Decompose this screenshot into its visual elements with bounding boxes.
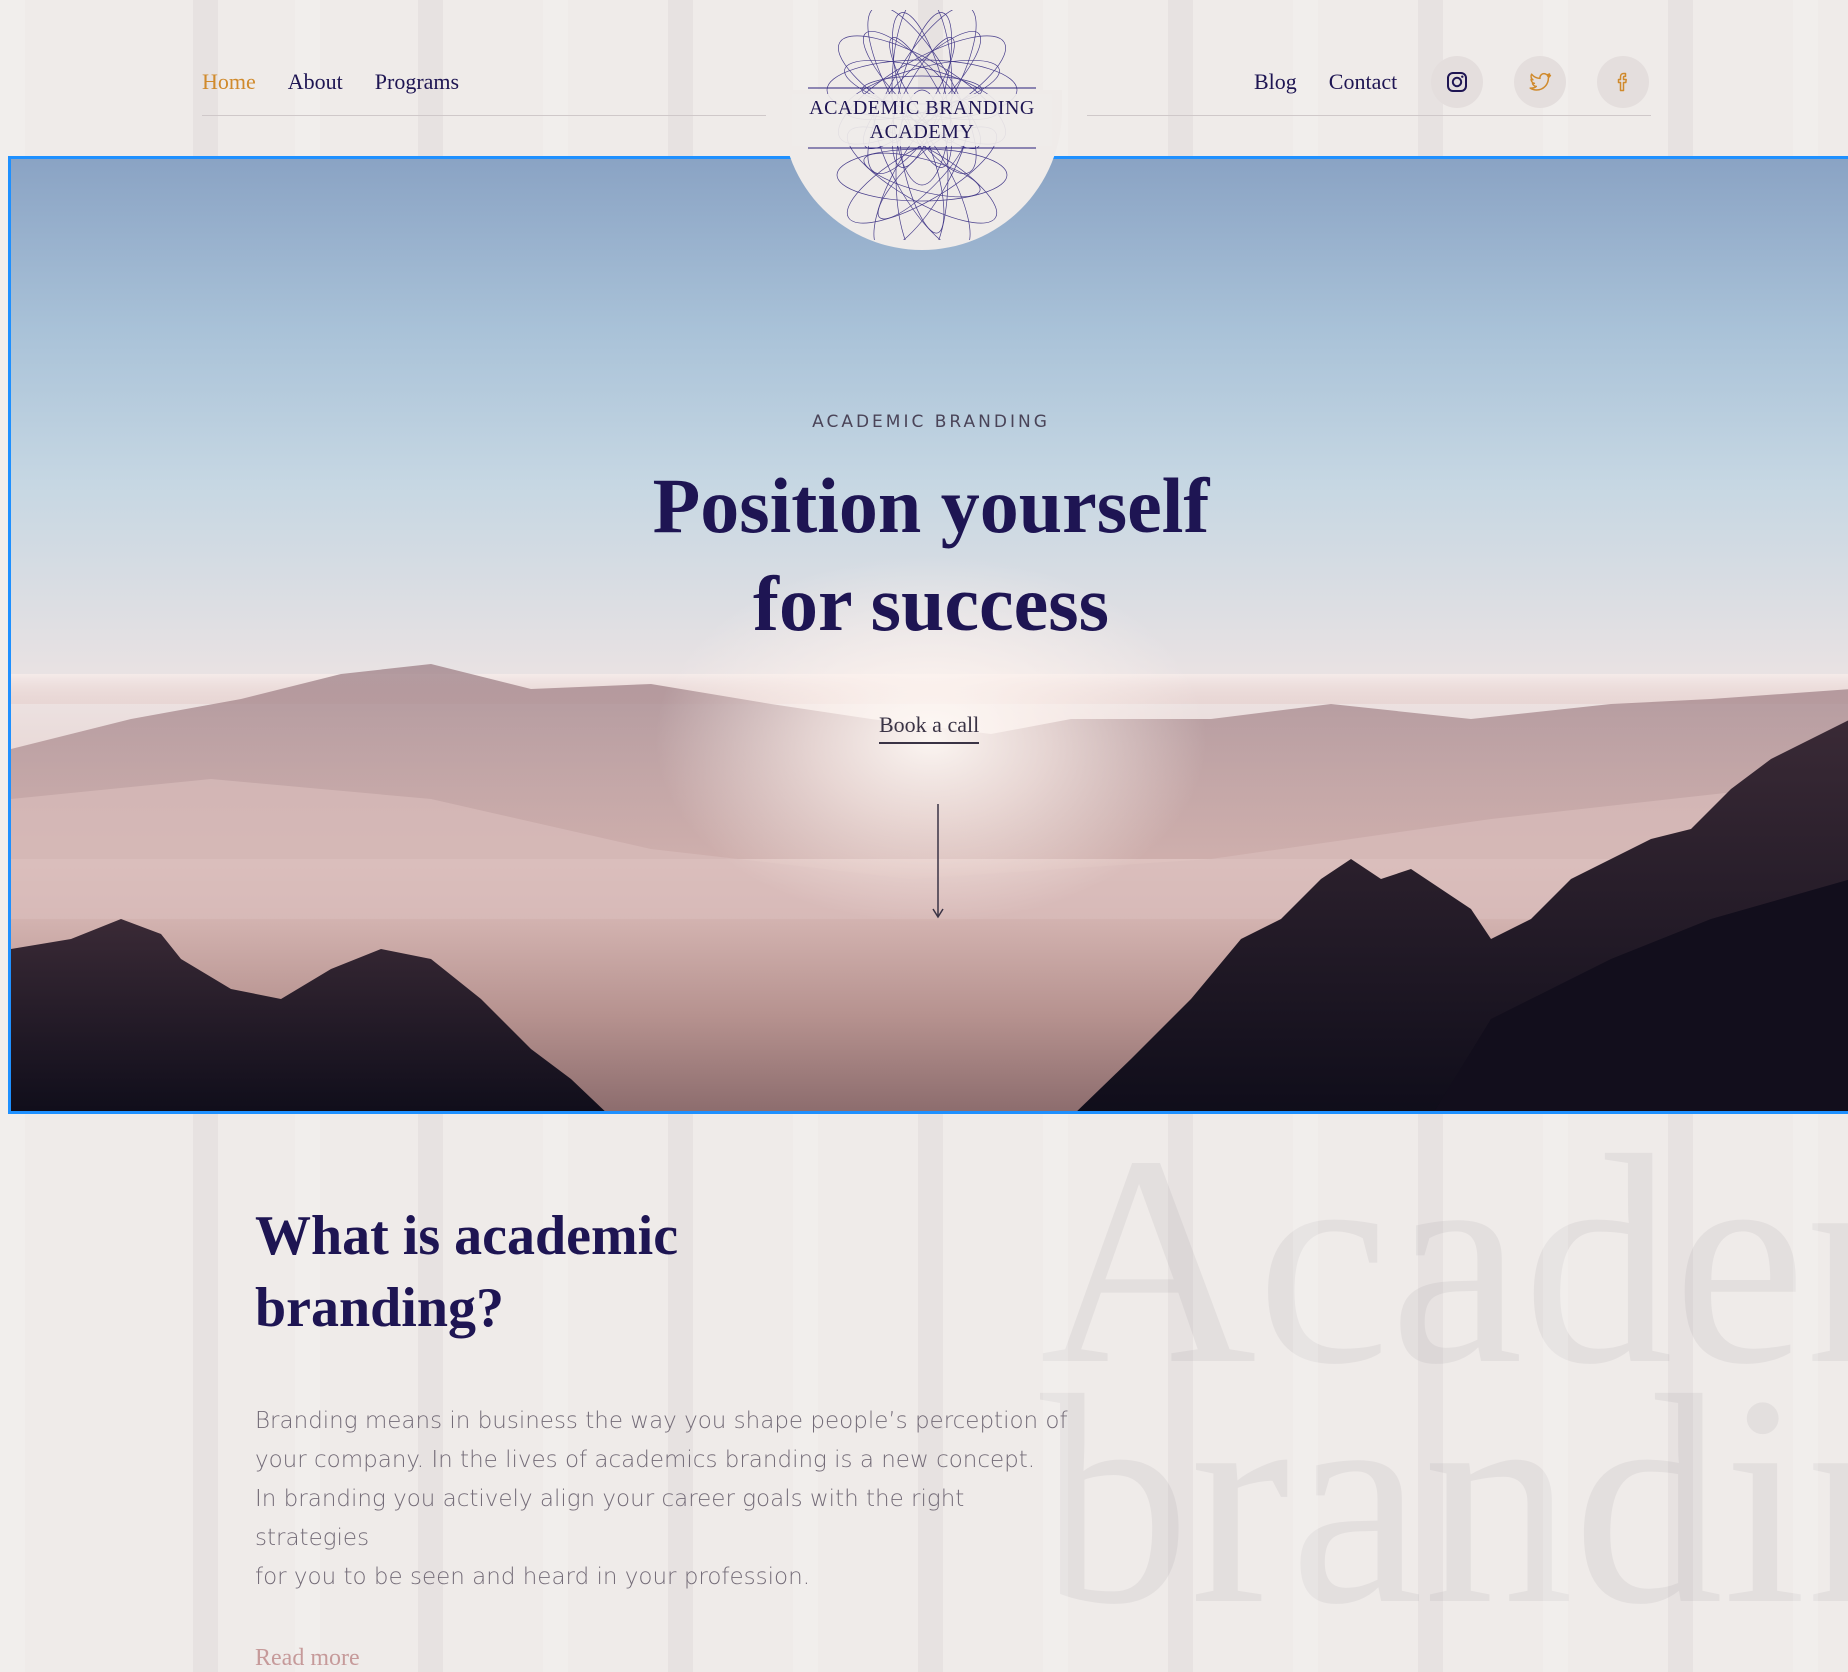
- scroll-down-arrow-icon[interactable]: [931, 804, 945, 919]
- nav-programs-link[interactable]: Programs: [375, 60, 459, 104]
- nav-about-link[interactable]: About: [288, 60, 343, 104]
- nav-home-link[interactable]: Home: [202, 60, 256, 104]
- read-more-link[interactable]: Read more: [255, 1645, 360, 1672]
- section-body-line-4: for you to be seen and heard in your pro…: [255, 1564, 810, 1590]
- instagram-button[interactable]: [1431, 56, 1483, 108]
- nav-blog-link[interactable]: Blog: [1254, 60, 1297, 104]
- section-body-line-3: In branding you actively align your care…: [255, 1486, 965, 1551]
- primary-nav-right: Blog Contact: [1254, 60, 1397, 104]
- logo-wordmark: ACADEMIC BRANDING ACADEMY: [792, 94, 1052, 146]
- nav-divider-right: [1087, 115, 1651, 116]
- primary-nav-left: Home About Programs: [202, 60, 459, 104]
- twitter-button[interactable]: [1514, 56, 1566, 108]
- facebook-button[interactable]: [1597, 56, 1649, 108]
- hero-banner: ACADEMIC BRANDING Position yourself for …: [8, 156, 1848, 1114]
- hero-eyebrow: ACADEMIC BRANDING: [812, 412, 1050, 432]
- instagram-icon: [1447, 72, 1467, 92]
- hero-title: Position yourself for success: [11, 457, 1848, 653]
- twitter-icon: [1529, 72, 1552, 91]
- logo-line-1: ACADEMIC BRANDING: [809, 97, 1035, 119]
- watermark-text: Academic branding: [1040, 1094, 1848, 1666]
- page: Academic branding: [0, 0, 1848, 1672]
- book-a-call-button[interactable]: Book a call: [879, 712, 980, 744]
- hero-title-line-1: Position yourself: [652, 462, 1210, 549]
- section-body-line-2: your company. In the lives of academics …: [255, 1447, 1036, 1473]
- section-body: Branding means in business the way you s…: [255, 1402, 1075, 1597]
- intro-section: What is academic branding? Branding mean…: [255, 1200, 1155, 1672]
- hero-title-line-2: for success: [753, 560, 1109, 647]
- section-title: What is academic branding?: [255, 1205, 679, 1339]
- section-body-line-1: Branding means in business the way you s…: [255, 1408, 1068, 1434]
- nav-contact-link[interactable]: Contact: [1329, 60, 1397, 104]
- logo-line-2: ACADEMY: [869, 121, 975, 143]
- facebook-icon: [1617, 72, 1627, 92]
- nav-divider-left: [202, 115, 766, 116]
